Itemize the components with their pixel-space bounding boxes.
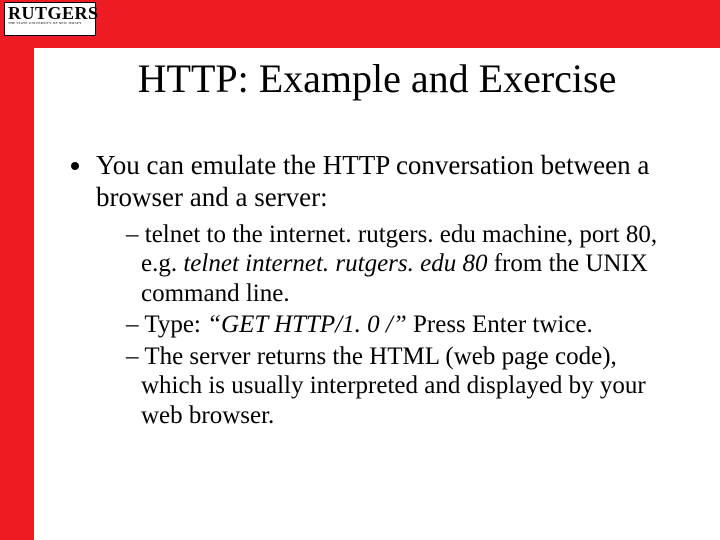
slide-body: You can emulate the HTTP conversation be… — [66, 150, 676, 448]
side-band — [0, 0, 34, 540]
rutgers-logo: RUTGERS THE STATE UNIVERSITY OF NEW JERS… — [4, 2, 96, 36]
sub-item-text: Press Enter twice. — [407, 311, 593, 338]
sub-item-text: Type: — [144, 311, 207, 338]
header-band — [0, 0, 720, 48]
bullet-text: You can emulate the HTTP conversation be… — [96, 150, 649, 212]
list-item: Type: “GET HTTP/1. 0 /” Press Enter twic… — [126, 310, 676, 340]
sub-item-text: The server returns the HTML (web page co… — [141, 343, 646, 429]
list-item: The server returns the HTML (web page co… — [126, 342, 676, 431]
list-item: You can emulate the HTTP conversation be… — [94, 150, 676, 430]
logo-sub-text: THE STATE UNIVERSITY OF NEW JERSEY — [8, 22, 92, 26]
slide-title: HTTP: Example and Exercise — [34, 55, 720, 102]
sub-item-code: “GET HTTP/1. 0 /” — [207, 311, 407, 338]
logo-main-text: RUTGERS — [8, 4, 92, 22]
list-item: telnet to the internet. rutgers. edu mac… — [126, 220, 676, 309]
sub-item-code: telnet internet. rutgers. edu 80 — [183, 250, 487, 277]
